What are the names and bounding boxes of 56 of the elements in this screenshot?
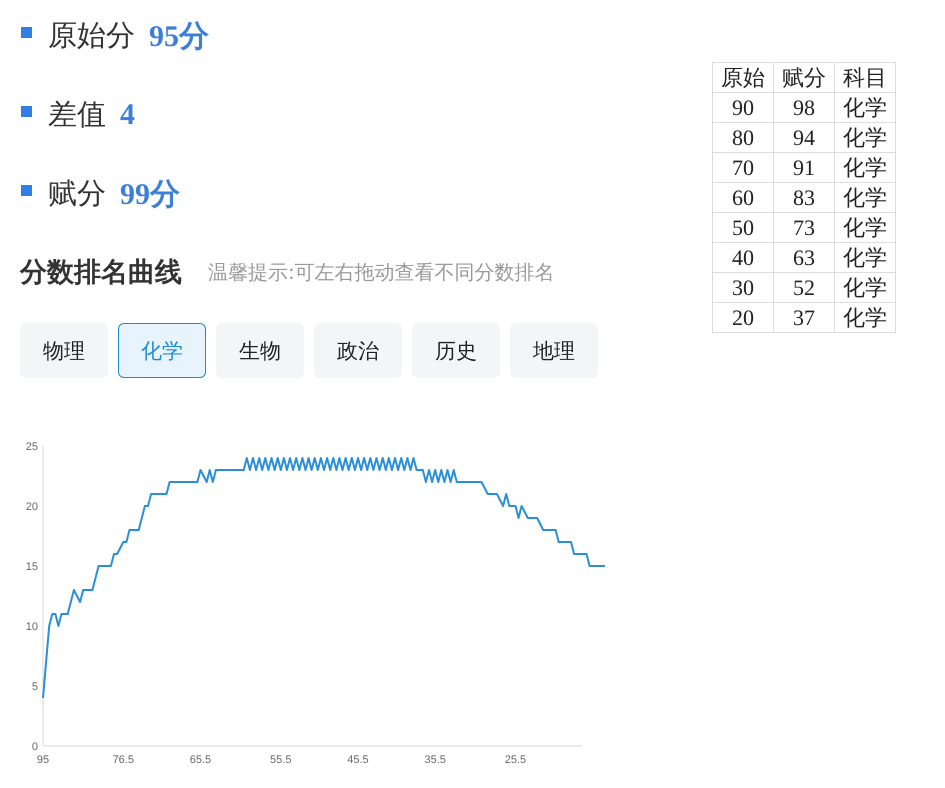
axis-label: 20 bbox=[26, 501, 38, 513]
hint-text: 温馨提示:可左右拖动查看不同分数排名 bbox=[208, 258, 555, 286]
axis-label: 25 bbox=[26, 441, 38, 453]
axis-label: 45.5 bbox=[347, 754, 369, 766]
table-cell: 63 bbox=[774, 242, 834, 272]
subject-tab[interactable]: 政治 bbox=[314, 323, 402, 378]
table-cell: 52 bbox=[774, 272, 834, 302]
axis-label: 25.5 bbox=[504, 754, 526, 766]
table-cell: 化学 bbox=[834, 302, 896, 332]
axis-label: 55.5 bbox=[270, 754, 292, 766]
table-cell: 83 bbox=[774, 182, 834, 212]
table-cell: 化学 bbox=[834, 92, 896, 122]
table-cell: 化学 bbox=[834, 212, 896, 242]
table-cell: 60 bbox=[712, 182, 774, 212]
table-cell: 90 bbox=[712, 92, 774, 122]
table-header-cell: 赋分 bbox=[774, 62, 834, 92]
table-cell: 化学 bbox=[834, 122, 896, 152]
axis-label: 5 bbox=[32, 681, 38, 693]
axis-label: 65.5 bbox=[190, 754, 212, 766]
stat-value: 4 bbox=[120, 98, 135, 132]
table-cell: 40 bbox=[712, 242, 774, 272]
table-cell: 70 bbox=[712, 152, 774, 182]
stat-value: 99分 bbox=[120, 176, 180, 212]
table-cell: 94 bbox=[774, 122, 834, 152]
axis-label: 95 bbox=[36, 754, 50, 766]
table-cell: 30 bbox=[712, 272, 774, 302]
table-cell: 73 bbox=[774, 212, 834, 242]
axis-label: 76.5 bbox=[112, 754, 134, 766]
axis-label: 35.5 bbox=[424, 754, 446, 766]
stat-label: 差值 bbox=[48, 96, 106, 133]
bullet-icon bbox=[21, 106, 32, 116]
section-title: 分数排名曲线 bbox=[20, 256, 182, 290]
table-cell: 化学 bbox=[834, 272, 896, 302]
axis-label: 15 bbox=[26, 561, 38, 573]
subject-tab[interactable]: 地理 bbox=[510, 323, 598, 378]
subject-tab[interactable]: 生物 bbox=[216, 323, 304, 378]
table-header-cell: 原始 bbox=[712, 62, 774, 92]
subject-tab[interactable]: 物理 bbox=[20, 323, 108, 378]
stat-label: 原始分 bbox=[48, 17, 135, 54]
table-cell: 20 bbox=[712, 302, 774, 332]
table-cell: 化学 bbox=[834, 152, 896, 182]
table-cell: 98 bbox=[774, 92, 834, 122]
table-cell: 化学 bbox=[834, 182, 896, 212]
bullet-icon bbox=[21, 26, 32, 38]
stat-label: 赋分 bbox=[48, 175, 106, 212]
table-cell: 80 bbox=[712, 122, 774, 152]
bullet-icon bbox=[21, 184, 32, 196]
table-cell: 37 bbox=[774, 302, 834, 332]
subject-tab[interactable]: 历史 bbox=[412, 323, 500, 378]
table-cell: 化学 bbox=[834, 242, 896, 272]
stat-value: 95分 bbox=[149, 18, 209, 54]
table-cell: 50 bbox=[712, 212, 774, 242]
axis-label: 0 bbox=[32, 741, 38, 753]
axis-label: 10 bbox=[26, 621, 38, 633]
table-header-cell: 科目 bbox=[834, 62, 896, 92]
table-cell: 91 bbox=[774, 152, 834, 182]
